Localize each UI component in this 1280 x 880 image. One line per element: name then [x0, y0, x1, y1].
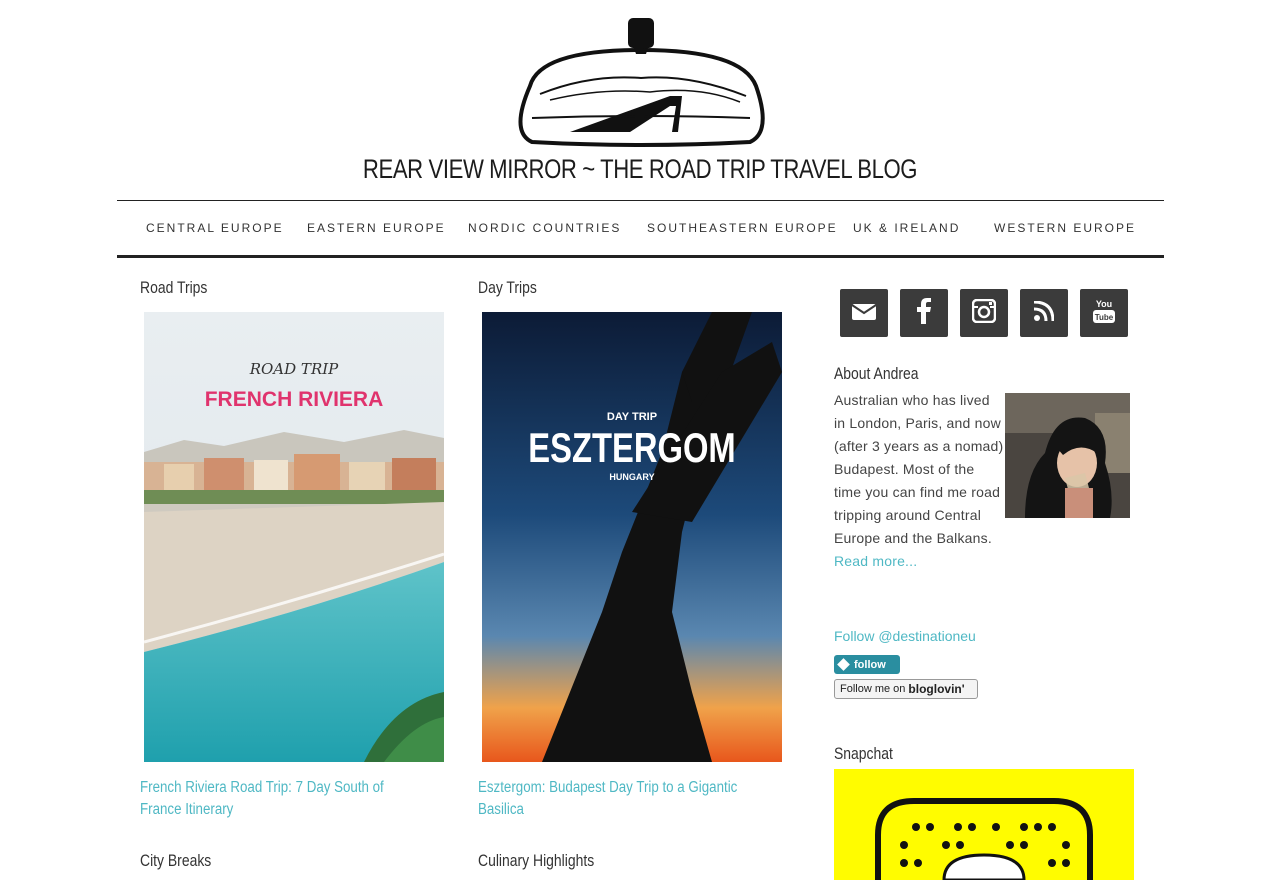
instagram-icon — [971, 298, 997, 328]
facebook-button[interactable] — [900, 289, 948, 337]
french-riviera-poster[interactable]: ROAD TRIP FRENCH RIVIERA — [144, 312, 444, 762]
nav-western-europe[interactable]: WESTERN EUROPE — [994, 221, 1136, 235]
youtube-icon: You Tube — [1093, 298, 1115, 329]
facebook-icon — [917, 297, 931, 329]
section-title-culinary: Culinary Highlights — [478, 851, 595, 870]
nav-nordic-countries[interactable]: NORDIC COUNTRIES — [468, 221, 621, 235]
email-button[interactable] — [840, 289, 888, 337]
nav-southeastern-europe[interactable]: SOUTHEASTERN EUROPE — [647, 221, 838, 235]
svg-text:Tube: Tube — [1095, 313, 1114, 322]
youtube-button[interactable]: You Tube — [1080, 289, 1128, 337]
snapchat-snapcode[interactable] — [834, 769, 1134, 880]
nav-central-europe[interactable]: CENTRAL EUROPE — [146, 221, 284, 235]
section-title-city-breaks: City Breaks — [140, 851, 212, 870]
rss-icon — [1033, 300, 1055, 326]
instagram-button[interactable] — [960, 289, 1008, 337]
rss-button[interactable] — [1020, 289, 1068, 337]
read-more-link[interactable]: Read more... — [834, 553, 917, 569]
bloglovin-prefix: Follow me on — [840, 683, 906, 695]
snapchat-title: Snapchat — [834, 744, 893, 763]
esztergom-poster[interactable]: DAY TRIP ESZTERGOM HUNGARY — [482, 312, 782, 762]
site-logo[interactable] — [510, 14, 772, 150]
section-title-road-trips: Road Trips — [140, 278, 208, 297]
poster-kicker: ROAD TRIP — [249, 360, 339, 378]
nav-eastern-europe[interactable]: EASTERN EUROPE — [307, 221, 446, 235]
post-link-french-riviera[interactable]: French Riviera Road Trip: 7 Day South of… — [140, 777, 415, 821]
poster-title: ESZTERGOM — [528, 424, 735, 471]
bloglovin-brand: bloglovin' — [908, 682, 965, 696]
follow-button-label: follow — [854, 658, 886, 671]
section-title-day-trips: Day Trips — [478, 278, 537, 297]
about-title: About Andrea — [834, 364, 919, 383]
poster-subtitle: HUNGARY — [609, 472, 654, 482]
nav-uk-ireland[interactable]: UK & IRELAND — [853, 221, 960, 235]
twitter-follow-link[interactable]: Follow @destinationeu — [834, 628, 976, 644]
post-link-esztergom[interactable]: Esztergom: Budapest Day Trip to a Gigant… — [478, 777, 753, 821]
feedly-icon — [837, 658, 850, 671]
author-avatar — [1005, 393, 1130, 518]
site-title[interactable]: REAR VIEW MIRROR ~ THE ROAD TRIP TRAVEL … — [115, 154, 1165, 185]
poster-kicker: DAY TRIP — [607, 411, 657, 423]
email-icon — [851, 302, 877, 325]
main-navigation: CENTRAL EUROPE EASTERN EUROPE NORDIC COU… — [117, 200, 1164, 258]
about-text: Australian who has lived in London, Pari… — [834, 389, 1004, 573]
about-body: Australian who has lived in London, Pari… — [834, 392, 1004, 546]
bloglovin-button[interactable]: Follow me on bloglovin' — [834, 679, 978, 699]
feedly-follow-button[interactable]: follow — [834, 655, 900, 674]
poster-title: FRENCH RIVIERA — [205, 388, 384, 411]
svg-text:You: You — [1096, 299, 1112, 309]
